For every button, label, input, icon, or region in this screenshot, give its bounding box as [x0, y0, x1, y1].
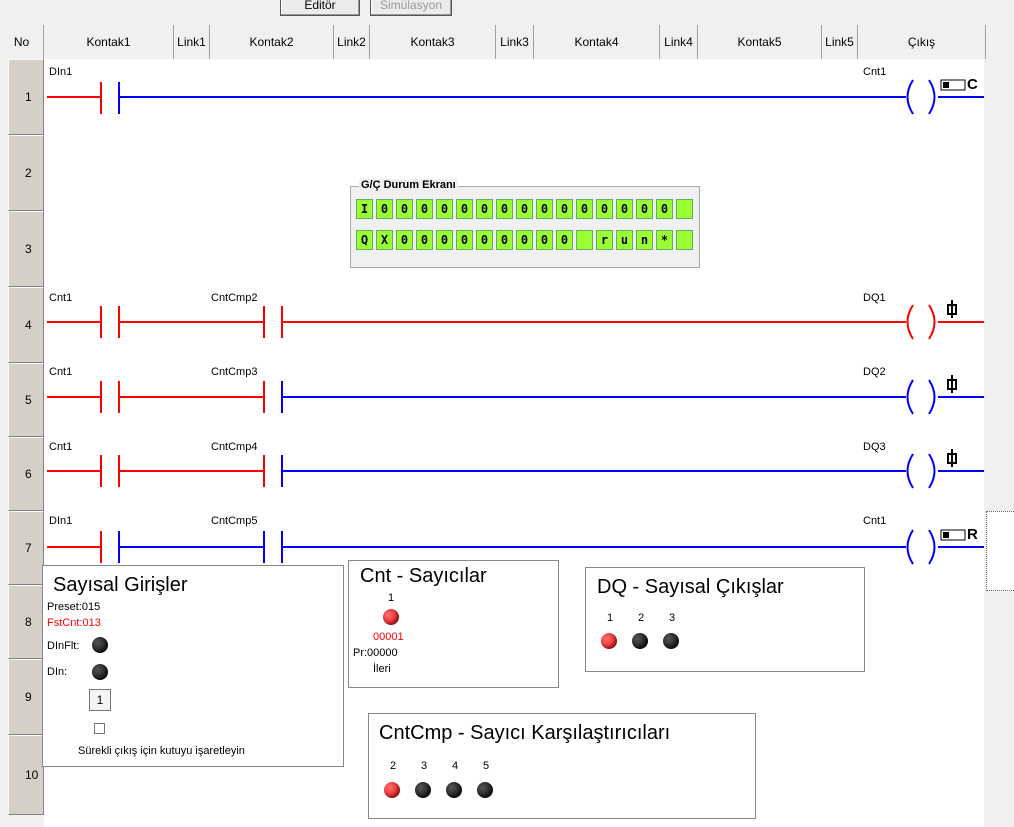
io-cell: 0: [596, 199, 613, 219]
rung-6: [47, 453, 984, 489]
panel-title: CntCmp - Sayıcı Karşılaştırıcıları: [379, 722, 671, 744]
io-cell: [576, 230, 593, 250]
io-cell: 0: [416, 230, 433, 250]
comparator-led-icon: [384, 782, 400, 798]
io-cell: n: [636, 230, 653, 250]
io-cell: 0: [516, 199, 533, 219]
io-cell: X: [376, 230, 393, 250]
rung-1: [47, 79, 984, 115]
io-cell: 0: [556, 199, 573, 219]
output-index: 2: [638, 612, 645, 624]
comparator-index: 3: [421, 760, 428, 772]
io-cell: 0: [396, 230, 413, 250]
io-cell: [676, 230, 693, 250]
io-cell: 0: [636, 199, 653, 219]
io-cell: 0: [576, 199, 593, 219]
panel-title: Cnt - Sayıcılar: [360, 565, 487, 587]
io-cell: 0: [536, 230, 553, 250]
io-cell: 0: [416, 199, 433, 219]
dinflt-led-icon: [92, 637, 108, 653]
io-cell: 0: [456, 230, 473, 250]
comparator-led-icon: [477, 782, 493, 798]
counter-icon: [940, 529, 966, 541]
io-cell: 0: [476, 230, 493, 250]
dinflt-label: DInFlt:: [47, 640, 80, 652]
comparator-index: 2: [390, 760, 397, 772]
counter-value: 00001: [373, 631, 404, 643]
coil-type-label: R: [967, 526, 978, 543]
io-cell: 0: [496, 230, 513, 250]
din1-button[interactable]: 1: [89, 689, 111, 711]
coil-type-label: C: [967, 76, 978, 93]
counter-led-icon: [383, 609, 399, 625]
io-cell: 0: [536, 199, 553, 219]
comparator-index: 5: [483, 760, 490, 772]
output-index: 3: [669, 612, 676, 624]
rung-5: [47, 379, 984, 415]
io-cell: [676, 199, 693, 219]
contact-label: DIn1: [49, 66, 73, 78]
counter-direction: İleri: [373, 663, 391, 675]
coil-label: DQ3: [863, 441, 886, 453]
io-cell: Q: [356, 230, 373, 250]
digital-outputs-panel: DQ - Sayısal Çıkışlar 1 2 3: [585, 567, 865, 672]
din-led-icon: [92, 664, 108, 680]
io-cell: 0: [396, 199, 413, 219]
io-cell: 0: [376, 199, 393, 219]
panel-title: DQ - Sayısal Çıkışlar: [597, 576, 784, 598]
io-cell: r: [596, 230, 613, 250]
contact-label: CntCmp3: [211, 366, 258, 378]
output-led-icon: [663, 633, 679, 649]
contact-label: CntCmp4: [211, 441, 258, 453]
io-status-panel: G/Ç Durum Ekranı I000000000000000QX00000…: [350, 179, 700, 268]
contact-label: Cnt1: [49, 292, 73, 304]
coil-label: Cnt1: [863, 66, 887, 78]
comparator-led-icon: [446, 782, 462, 798]
continuous-checkbox[interactable]: [94, 723, 105, 734]
io-cell: 0: [436, 230, 453, 250]
output-led-icon: [632, 633, 648, 649]
io-cell: 0: [656, 199, 673, 219]
io-cell: 0: [516, 230, 533, 250]
output-icon: [947, 300, 957, 467]
io-status-title: G/Ç Durum Ekranı: [359, 179, 458, 191]
io-cell: 0: [436, 199, 453, 219]
counter-icon: [940, 79, 966, 91]
io-cell: u: [616, 230, 633, 250]
contact-label: Cnt1: [49, 441, 73, 453]
preset-label: Preset:015: [47, 601, 101, 613]
contact-label: CntCmp2: [211, 292, 258, 304]
output-index: 1: [607, 612, 614, 624]
contact-label: CntCmp5: [211, 515, 258, 527]
comparator-index: 4: [452, 760, 459, 772]
counter-index: 1: [388, 592, 395, 604]
contact-label: Cnt1: [49, 366, 73, 378]
panel-title: Sayısal Girişler: [53, 574, 188, 596]
rung-7: [47, 529, 984, 565]
io-cell: 0: [476, 199, 493, 219]
output-led-icon: [601, 633, 617, 649]
digital-inputs-panel: Sayısal Girişler Preset:015 FstCnt:013 D…: [42, 565, 344, 767]
continuous-hint: Sürekli çıkış için kutuyu işaretleyin: [78, 745, 245, 757]
counters-panel: Cnt - Sayıcılar 1 00001 Pr:00000 İleri: [348, 560, 559, 688]
comparator-led-icon: [415, 782, 431, 798]
selection-box: [986, 511, 1014, 591]
contact-label: DIn1: [49, 515, 73, 527]
fstcnt-label: FstCnt:013: [47, 617, 101, 629]
din-label: DIn:: [47, 666, 68, 678]
io-cell: 0: [616, 199, 633, 219]
coil-label: DQ1: [863, 292, 886, 304]
coil-label: DQ2: [863, 366, 886, 378]
io-cell: I: [356, 199, 373, 219]
io-cell: 0: [496, 199, 513, 219]
coil-label: Cnt1: [863, 515, 887, 527]
io-cell: *: [656, 230, 673, 250]
comparators-panel: CntCmp - Sayıcı Karşılaştırıcıları 2 3 4…: [368, 713, 756, 819]
counter-preset: Pr:00000: [353, 647, 398, 659]
io-cell: 0: [456, 199, 473, 219]
io-cell: 0: [556, 230, 573, 250]
rung-4: [47, 304, 984, 340]
